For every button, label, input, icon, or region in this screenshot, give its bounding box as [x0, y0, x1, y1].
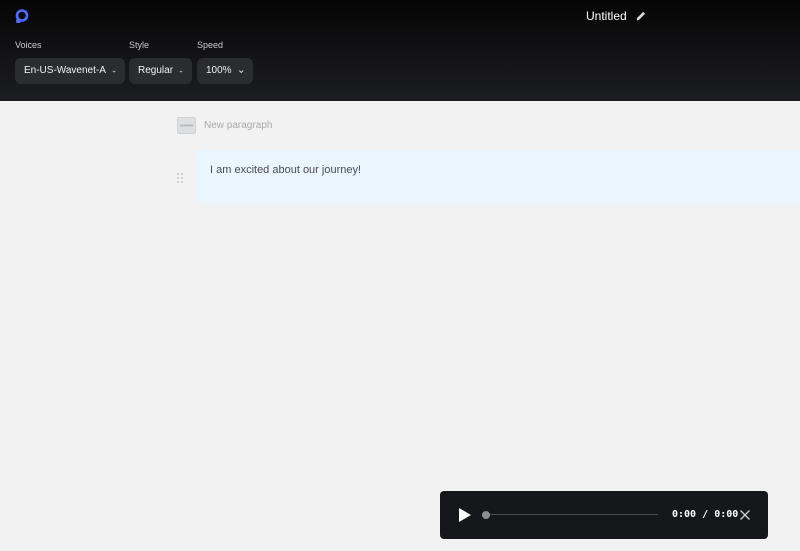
style-label: Style [129, 40, 150, 50]
speed-label: Speed [197, 40, 224, 50]
duration: 0:00 [714, 509, 739, 520]
new-paragraph-label: New paragraph [204, 119, 273, 131]
time-display: 0:00 / 0:00 [672, 508, 738, 522]
style-dropdown[interactable]: Regular [129, 58, 192, 84]
paragraph-block[interactable]: I am excited about our journey! [196, 150, 800, 204]
pencil-icon[interactable] [635, 10, 647, 22]
style-value: Regular [138, 65, 174, 76]
play-icon[interactable] [458, 507, 472, 523]
voices-label: Voices [15, 40, 42, 50]
voices-value: En-US-Wavenet-A [24, 65, 106, 76]
chevron-down-icon [112, 70, 116, 73]
audio-player: 0:00 / 0:00 [440, 491, 768, 539]
document-title[interactable]: Untitled [586, 8, 627, 24]
header-bar: Untitled Voices Style Speed En-US-Wavene… [0, 0, 800, 101]
logo-icon[interactable] [14, 8, 30, 24]
drag-handle-icon[interactable] [176, 172, 184, 184]
chevron-down-icon [179, 70, 183, 72]
current-time: 0:00 [672, 509, 697, 520]
speed-dropdown[interactable]: 100% [197, 58, 253, 84]
speed-value: 100% [206, 65, 232, 76]
paragraph-text[interactable]: I am excited about our journey! [210, 164, 361, 177]
new-paragraph-button[interactable]: New paragraph [177, 117, 272, 134]
chevron-down-icon [238, 69, 244, 73]
close-icon[interactable] [739, 509, 751, 521]
paragraph-badge-icon [177, 117, 196, 134]
progress-knob[interactable] [482, 511, 490, 519]
voices-dropdown[interactable]: En-US-Wavenet-A [15, 58, 125, 84]
time-separator: / [702, 509, 709, 520]
document-title-group[interactable]: Untitled [586, 8, 647, 24]
progress-track[interactable] [486, 514, 658, 515]
